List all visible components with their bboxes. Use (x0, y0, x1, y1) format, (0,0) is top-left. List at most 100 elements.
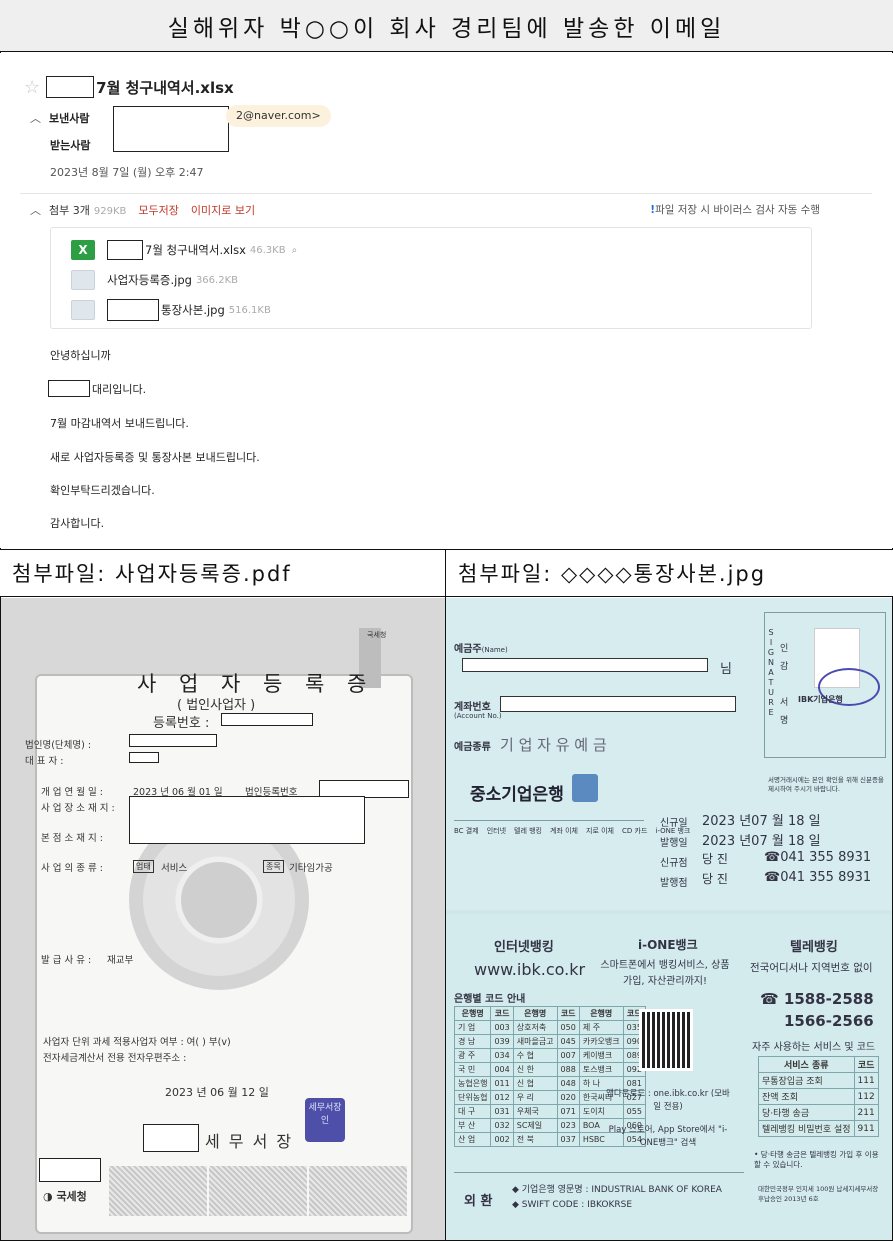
business-registration-certificate: 국세청 사 업 자 등 록 증 ( 법인사업자 ) 등록번호 : 법인명(단체명… (1, 598, 445, 1240)
excel-file-icon: X (71, 240, 95, 260)
account-label-en: (Account No.) (454, 712, 502, 720)
panel-divider (445, 549, 446, 1241)
page-title: 실해위자 박○○이 회사 경리팀에 발송한 이메일 (0, 0, 893, 52)
redacted-box (129, 752, 159, 763)
search-icon[interactable]: ⌕ (292, 245, 298, 256)
branch-phone: ☎041 355 8931 (764, 850, 872, 865)
email-date: 2023년 8월 7일 (월) 오후 2:47 (50, 166, 204, 179)
seal-note: 서명거래시에는 본인 확인을 위해 신분증을 제시하여 주시기 바랍니다. (768, 776, 884, 793)
certificate-subtitle: ( 법인사업자 ) (177, 698, 256, 713)
hq-label: 본 점 소 재 지 : (41, 833, 103, 844)
virus-note: !파일 저장 시 바이러스 검사 자동 수행 (650, 204, 820, 216)
attachment-item[interactable]: X 7월 청구내역서.xlsx 46.3KB ⌕ (71, 238, 297, 262)
foreign-label: 외 환 (464, 1194, 493, 1209)
sender-row: ︿ 보낸사람 (30, 110, 89, 126)
biz-tag: 업태 (133, 860, 154, 873)
telebank-title: 텔레뱅킹 (790, 940, 838, 955)
issue-label: 발행일 (660, 838, 688, 849)
corp-name-label: 법인명(단체명) : (25, 740, 92, 751)
divider (454, 820, 644, 821)
redacted-box (462, 658, 708, 672)
redacted-box (500, 696, 736, 712)
redacted-box (221, 713, 313, 726)
sender-email[interactable]: 2@naver.com> (226, 105, 331, 127)
email-subject[interactable]: ☆ 7월 청구내역서.xlsx (24, 74, 234, 100)
redacted-box (107, 299, 159, 321)
redacted-box (143, 1124, 199, 1152)
attachments-header: ︿ 첨부 3개 929KB 모두저장 이미지로 보기 !파일 저장 시 바이러스 검사 … (30, 202, 820, 218)
save-all-link[interactable]: 모두저장 (138, 204, 178, 217)
signature-vertical-label: SIGNATURE (767, 628, 775, 717)
image-file-icon (71, 300, 95, 320)
security-pattern (209, 1166, 307, 1216)
body-line: 대리입니다. (92, 383, 147, 396)
open-date-label: 개 업 연 월 일 : (41, 787, 103, 798)
account-label: 계좌번호 (454, 702, 491, 713)
stamp-tax-note: 대한민국정부 인지세 100원 납세지세무서장 후납승인 2013년 6호 (758, 1185, 879, 1203)
type-label: 예금종류 (454, 742, 491, 753)
telebank-desc: 전국어디서나 지역번호 없이 (750, 962, 873, 974)
rep-label: 대 표 자 : (25, 756, 64, 767)
freq-note: • 당·타행 송금은 텔레뱅킹 가입 후 이용 할 수 있습니다. (754, 1150, 879, 1169)
attachment-list: X 7월 청구내역서.xlsx 46.3KB ⌕ 사업자등록증.jpg 366.2K… (50, 227, 812, 329)
attach-size: 929KB (93, 206, 127, 217)
open-date: 2023 년07 월 18 일 (702, 814, 821, 829)
issue-branch-phone: ☎041 355 8931 (764, 870, 872, 885)
unit-tax-line: 사업자 단위 과세 적용사업자 여부 : 여( ) 부(v) (43, 1037, 231, 1048)
issue-date: 2023 년07 월 18 일 (702, 834, 821, 849)
redacted-box (107, 240, 143, 260)
security-pattern (109, 1166, 207, 1216)
receiver-row: 받는사람 (50, 137, 90, 153)
divider (454, 1172, 744, 1173)
ione-store: Play 스토어, App Store에서 "i-ONE뱅크" 검색 (608, 1125, 728, 1148)
open-branch-label: 신규점 (660, 858, 688, 869)
right-panel-title: 첨부파일: ◇◇◇◇통장사본.jpg (446, 549, 893, 597)
attachment-item[interactable]: 통장사본.jpg 516.1KB (71, 298, 271, 322)
seal-vertical-label: 인감 서명 (780, 644, 789, 726)
body-line: 감사합니다. (50, 517, 105, 530)
view-as-image-link[interactable]: 이미지로 보기 (191, 204, 255, 217)
redacted-box (129, 734, 217, 747)
open-branch: 당 진 (702, 852, 728, 866)
biz-type-1: 서비스 (161, 863, 188, 874)
attachment-item[interactable]: 사업자등록증.jpg 366.2KB (71, 268, 238, 292)
redacted-box (48, 380, 90, 397)
reg-no-label: 등록번호 : (153, 716, 210, 731)
ibk-seal-text: IBK기업은행 (798, 695, 843, 704)
divider (20, 193, 872, 194)
issue-reason-label: 발 급 사 유 : (41, 955, 92, 966)
service-columns: BC 결제 인터넷 텔레 뱅킹 계좌 이체 지로 이체 CD 카드 i-ONE 뱅크 (454, 827, 691, 835)
freq-services-title: 자주 사용하는 서비스 및 코드 (752, 1042, 876, 1053)
biz-type-2: 기타임가공 (289, 863, 333, 874)
telebank-phone-1: ☎ 1588-2588 (760, 990, 874, 1008)
qr-code-icon[interactable] (639, 1009, 693, 1071)
holder-suffix: 님 (720, 662, 732, 677)
bankbook-copy: 예금주(Name) 님 계좌번호 (Account No.) 예금종류 기 업 … (446, 598, 892, 1240)
nts-logo: ◑ 국세청 (43, 1190, 87, 1203)
bank-logo-icon (572, 774, 598, 802)
chevron-up-icon[interactable]: ︿ (30, 202, 41, 218)
english-name: ◆ 기업은행 영문명 : INDUSTRIAL BANK OF KOREA (512, 1185, 722, 1195)
official-seal-stamp: 세무서장인 (305, 1098, 345, 1142)
biz-type-label: 사 업 의 종 류 : (41, 863, 103, 874)
internet-banking-title: 인터넷뱅킹 (494, 940, 554, 955)
agency-badge: 국세청 (367, 631, 387, 639)
telebank-phone-2: 1566-2566 (784, 1012, 874, 1030)
open-label: 신규일 (660, 818, 688, 829)
chevron-up-icon[interactable]: ︿ (30, 110, 41, 126)
body-line: 새로 사업자등록증 및 통장사본 보내드립니다. (50, 451, 260, 464)
redacted-box (113, 106, 229, 152)
redacted-box (46, 76, 95, 98)
bank-name: 중소기업은행 (470, 785, 564, 805)
issue-date: 2023 년 06 월 12 일 (165, 1086, 269, 1099)
nts-logo-icon: ◑ (43, 1190, 57, 1203)
left-panel-title: 첨부파일: 사업자등록증.pdf (0, 549, 446, 597)
swift-code: ◆ SWIFT CODE : IBKOKRSE (512, 1200, 633, 1210)
subject-text: 7월 청구내역서.xlsx (96, 78, 234, 97)
issue-branch: 당 진 (702, 872, 728, 886)
sender-label: 보낸사람 (49, 112, 90, 125)
body-line: 안녕하십니까 (50, 349, 111, 362)
service-code-table: 서비스 종류 코드 무통장입금 조회 111 잔액 조회 112 당·타행 송금 211… (758, 1056, 879, 1137)
star-icon[interactable]: ☆ (24, 77, 40, 98)
bank-codes-title: 은행별 코드 안내 (454, 994, 526, 1005)
